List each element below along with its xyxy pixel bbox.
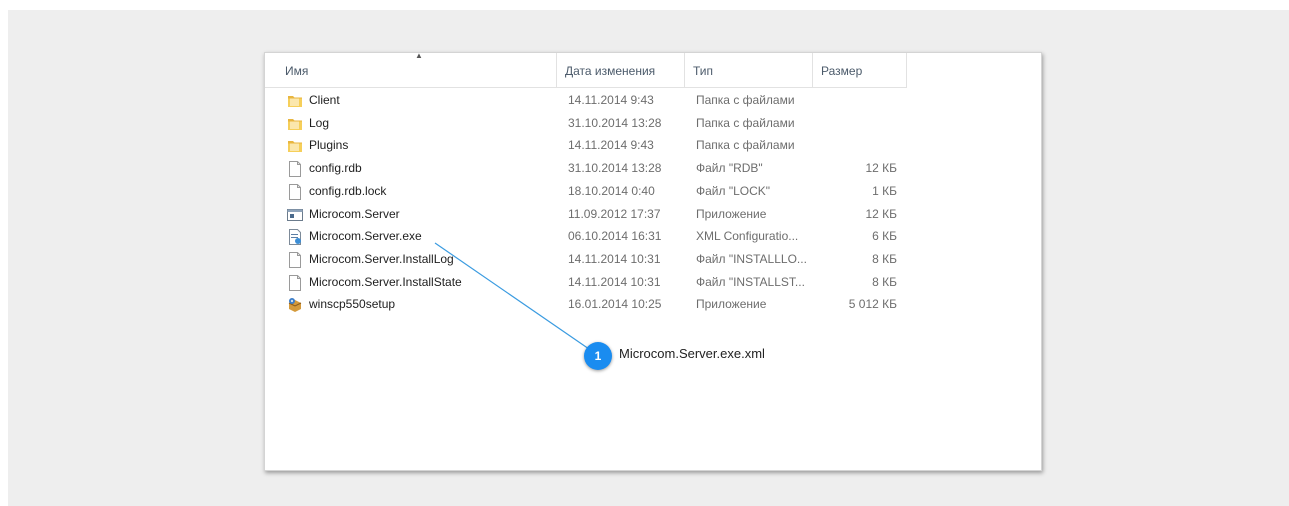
file-type: Папка с файлами — [696, 93, 795, 107]
callout-label: Microcom.Server.exe.xml — [619, 346, 765, 361]
file-row[interactable]: Client 14.11.2014 9:43 Папка с файлами — [265, 89, 907, 112]
file-date: 06.10.2014 16:31 — [568, 229, 662, 244]
file-name: Log — [309, 115, 330, 130]
file-type: Файл "LOCK" — [696, 183, 771, 198]
file-type: Папка с файлами — [696, 138, 795, 153]
file-date: 31.10.2014 13:28 — [568, 161, 662, 176]
file-type: Приложение — [696, 297, 767, 312]
folder-icon — [287, 93, 303, 109]
column-header-date[interactable]: Дата изменения — [557, 53, 685, 87]
column-header-bar: Имя ▲ Дата изменения Тип Размер — [265, 51, 907, 88]
file-row[interactable]: Plugins 14.11.2014 9:43 Папка с файлами — [265, 134, 907, 157]
file-size: 6 КБ — [872, 229, 897, 244]
file-row[interactable]: winscp550setup 16.01.2014 10:25 Приложение… — [265, 293, 907, 316]
column-header-name[interactable]: Имя ▲ — [265, 51, 557, 87]
file-name: config.rdb.lock — [309, 183, 387, 198]
file-icon — [287, 274, 303, 291]
file-type: XML Configuratio... — [696, 229, 799, 244]
application-icon — [287, 207, 303, 223]
file-size: 5 012 КБ — [848, 297, 897, 312]
file-name: Microcom.Server.exe — [309, 229, 422, 244]
file-row[interactable]: Microcom.Server.InstallState 14.11.2014 1… — [265, 271, 907, 294]
file-icon — [287, 251, 303, 268]
file-date: 18.10.2014 0:40 — [568, 183, 655, 198]
file-date: 14.11.2014 10:31 — [568, 274, 661, 289]
explorer-file-list: Имя ▲ Дата изменения Тип Размер Client 14… — [264, 51, 1042, 471]
file-row[interactable]: config.rdb.lock 18.10.2014 0:40 Файл "LOCK… — [265, 180, 907, 203]
file-name: config.rdb — [309, 161, 362, 176]
file-type: Файл "INSTALLST... — [696, 274, 805, 289]
column-header-name-label: Имя — [285, 64, 309, 78]
file-type: Папка с файлами — [696, 115, 795, 130]
file-row[interactable]: config.rdb 31.10.2014 13:28 Файл "RDB" 12 К… — [265, 157, 907, 180]
file-date: 16.01.2014 10:25 — [568, 297, 662, 312]
file-row[interactable]: Log 31.10.2014 13:28 Папка с файлами — [265, 112, 907, 135]
file-icon — [287, 161, 303, 178]
folder-icon — [287, 116, 303, 132]
file-size: 8 КБ — [872, 274, 897, 289]
file-size: 8 КБ — [872, 251, 897, 266]
file-row[interactable]: Microcom.Server.InstallLog 14.11.2014 10:… — [265, 248, 907, 271]
file-name: Client — [309, 93, 340, 107]
file-name: Microcom.Server — [309, 206, 400, 221]
file-row[interactable]: Microcom.Server.exe 06.10.2014 16:31 XML C… — [265, 225, 907, 248]
file-size: 12 КБ — [865, 161, 897, 176]
column-header-size[interactable]: Размер — [813, 53, 907, 87]
file-type: Файл "RDB" — [696, 161, 763, 176]
file-icon — [287, 183, 303, 200]
file-name: winscp550setup — [309, 297, 396, 312]
file-name: Microcom.Server.InstallLog — [309, 251, 454, 266]
file-date: 11.09.2012 17:37 — [568, 206, 661, 221]
installer-icon — [287, 297, 303, 313]
file-type: Приложение — [696, 206, 767, 221]
file-type: Файл "INSTALLLO... — [696, 251, 807, 266]
file-row[interactable]: Microcom.Server 11.09.2012 17:37 Приложени… — [265, 203, 907, 226]
file-date: 14.11.2014 9:43 — [568, 93, 654, 107]
folder-icon — [287, 138, 303, 154]
file-name: Microcom.Server.InstallState — [309, 274, 462, 289]
file-size: 12 КБ — [865, 206, 897, 221]
file-date: 14.11.2014 10:31 — [568, 251, 661, 266]
xml-config-icon — [287, 229, 303, 246]
file-date: 31.10.2014 13:28 — [568, 115, 662, 130]
file-date: 14.11.2014 9:43 — [568, 138, 654, 153]
column-header-type[interactable]: Тип — [685, 53, 813, 87]
file-size: 1 КБ — [872, 183, 897, 198]
callout-number-badge: 1 — [584, 342, 612, 370]
file-name: Plugins — [309, 138, 349, 153]
sort-ascending-icon: ▲ — [415, 51, 423, 60]
